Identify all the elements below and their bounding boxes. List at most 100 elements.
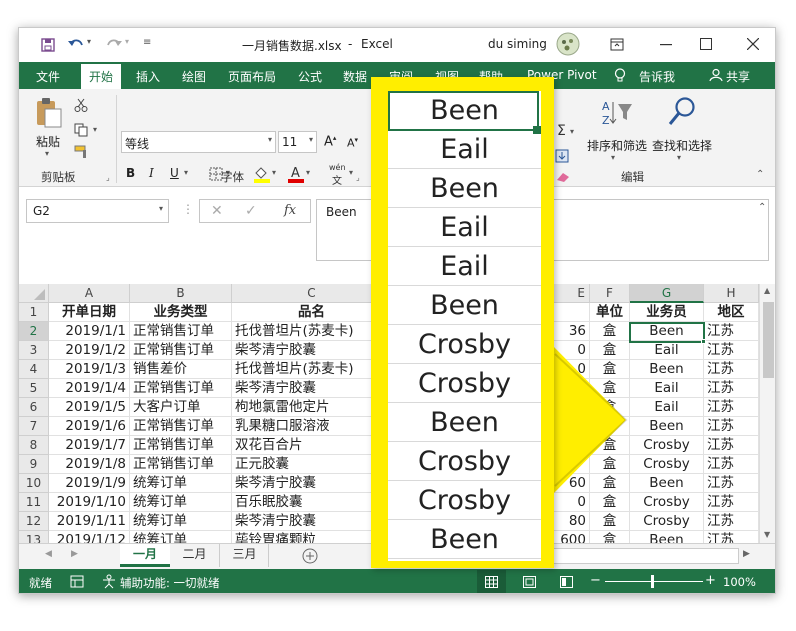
cell-c7[interactable]: 乳果糖口服溶液 [232,417,392,436]
cell-a8[interactable]: 2019/1/7 [49,436,130,455]
cell-f4[interactable]: 盒 [590,360,630,379]
cell-f2[interactable]: 盒 [590,322,630,341]
cell-f7[interactable] [590,417,630,436]
vertical-scroll-thumb[interactable] [763,302,774,378]
fill-color-icon[interactable] [253,165,271,183]
cell-f8[interactable]: 盒 [590,436,630,455]
sheet-scroll-left-icon[interactable]: ◀ [45,549,52,559]
font-color-dropdown-icon[interactable]: ▾ [306,168,310,177]
cell-g5[interactable]: Eail [630,379,704,398]
cell-c9[interactable]: 正元胶囊 [232,455,392,474]
sort-filter-icon[interactable]: A Z [601,98,635,128]
fill-handle[interactable] [701,339,706,344]
font-launcher-icon[interactable]: ⌟ [356,173,360,182]
cell-b3[interactable]: 正常销售订单 [130,341,232,360]
cell-b12[interactable]: 统筹订单 [130,512,232,531]
phonetic-char-icon[interactable]: 文 [332,172,342,187]
cell-a4[interactable]: 2019/1/3 [49,360,130,379]
underline-dropdown-icon[interactable]: ▾ [184,168,188,177]
select-all-corner[interactable] [19,284,49,303]
font-name-dropdown-icon[interactable]: ▾ [268,135,272,144]
cell-h2[interactable]: 江苏 [704,322,759,341]
collapse-formula-bar-icon[interactable]: ⌃ [758,202,766,213]
user-name[interactable]: du siming [488,37,547,51]
row-header-9[interactable]: 9 [19,455,49,474]
cell-f5[interactable]: 盒 [590,379,630,398]
cell-a10[interactable]: 2019/1/9 [49,474,130,493]
column-header-a[interactable]: A [49,284,130,303]
autosum-dropdown-icon[interactable]: ▾ [570,127,574,136]
zoom-level[interactable]: 100% [723,575,756,589]
cell-a3[interactable]: 2019/1/2 [49,341,130,360]
sheet-tab-february[interactable]: 二月 [170,544,220,567]
cell-b11[interactable]: 统筹订单 [130,493,232,512]
tab-home[interactable]: 开始 [81,64,122,89]
cell-g12[interactable]: Crosby [630,512,704,531]
undo-dropdown-icon[interactable]: ▾ [87,37,91,46]
cell-f3[interactable]: 盒 [590,341,630,360]
tab-draw[interactable]: 绘图 [182,68,206,85]
cell-a11[interactable]: 2019/1/10 [49,493,130,512]
sort-filter-label[interactable]: 排序和筛选 [587,137,647,154]
cell-h9[interactable]: 江苏 [704,455,759,474]
cell-a12[interactable]: 2019/1/11 [49,512,130,531]
tab-formulas[interactable]: 公式 [298,68,322,85]
row-header-7[interactable]: 7 [19,417,49,436]
cell-g8[interactable]: Crosby [630,436,704,455]
find-select-dropdown-icon[interactable]: ▾ [677,153,681,162]
column-header-g[interactable]: G [630,284,704,303]
horizontal-scrollbar[interactable] [539,548,739,564]
phonetic-guide-icon[interactable]: wén [329,163,346,172]
zoom-slider[interactable] [605,581,703,582]
accessibility-icon[interactable] [102,574,116,589]
row-header-10[interactable]: 10 [19,474,49,493]
find-select-label[interactable]: 查找和选择 [652,137,712,154]
name-box[interactable]: G2 ▾ [26,199,169,223]
cell-g4[interactable]: Been [630,360,704,379]
zoom-in-icon[interactable]: + [705,573,716,588]
cell-f13[interactable]: 盒 [590,531,630,543]
copy-icon[interactable] [74,123,88,137]
increase-font-size-icon[interactable]: A▴ [324,134,336,149]
font-color-icon[interactable]: A [287,165,305,183]
cell-h4[interactable]: 江苏 [704,360,759,379]
row-header-12[interactable]: 12 [19,512,49,531]
cell-c12[interactable]: 柴芩清宁胶囊 [232,512,392,531]
cell-a13[interactable]: 2019/1/12 [49,531,130,543]
sheet-tab-march[interactable]: 三月 [221,544,269,567]
cell-c4[interactable]: 托伐普坦片(苏麦卡) [232,360,392,379]
italic-button[interactable]: I [149,166,154,180]
cell-h1[interactable]: 地区 [704,303,759,322]
row-header-1[interactable]: 1 [19,303,49,322]
scroll-down-icon[interactable]: ▼ [764,530,770,539]
column-header-f[interactable]: F [590,284,630,303]
column-header-b[interactable]: B [130,284,232,303]
customize-toolbar-icon[interactable]: ≡ [143,37,151,48]
paste-icon[interactable] [35,97,63,129]
cell-g10[interactable]: Been [630,474,704,493]
page-break-view-icon[interactable] [560,576,573,588]
cell-b8[interactable]: 正常销售订单 [130,436,232,455]
cell-c5[interactable]: 柴芩清宁胶囊 [232,379,392,398]
cell-g11[interactable]: Crosby [630,493,704,512]
save-icon[interactable] [41,38,55,52]
autosum-icon[interactable]: Σ [557,123,566,139]
confirm-entry-icon[interactable]: ✓ [245,203,257,219]
tab-data[interactable]: 数据 [343,68,367,85]
cell-h5[interactable]: 江苏 [704,379,759,398]
cell-b7[interactable]: 正常销售订单 [130,417,232,436]
vertical-scrollbar[interactable]: ▲ ▼ [759,284,775,543]
cell-h13[interactable]: 江苏 [704,531,759,543]
avatar[interactable] [556,32,580,56]
find-select-icon[interactable] [667,96,697,128]
cell-g1[interactable]: 业务员 [630,303,704,322]
cell-b5[interactable]: 正常销售订单 [130,379,232,398]
decrease-font-size-icon[interactable]: A▾ [347,136,358,150]
cell-g2[interactable]: Been [630,322,704,341]
cell-b1[interactable]: 业务类型 [130,303,232,322]
row-header-11[interactable]: 11 [19,493,49,512]
font-size-dropdown-icon[interactable]: ▾ [309,135,313,144]
collapse-ribbon-icon[interactable]: ⌃ [756,169,764,180]
cell-c6[interactable]: 枸地氯雷他定片 [232,398,392,417]
name-box-dropdown-icon[interactable]: ▾ [159,204,163,213]
